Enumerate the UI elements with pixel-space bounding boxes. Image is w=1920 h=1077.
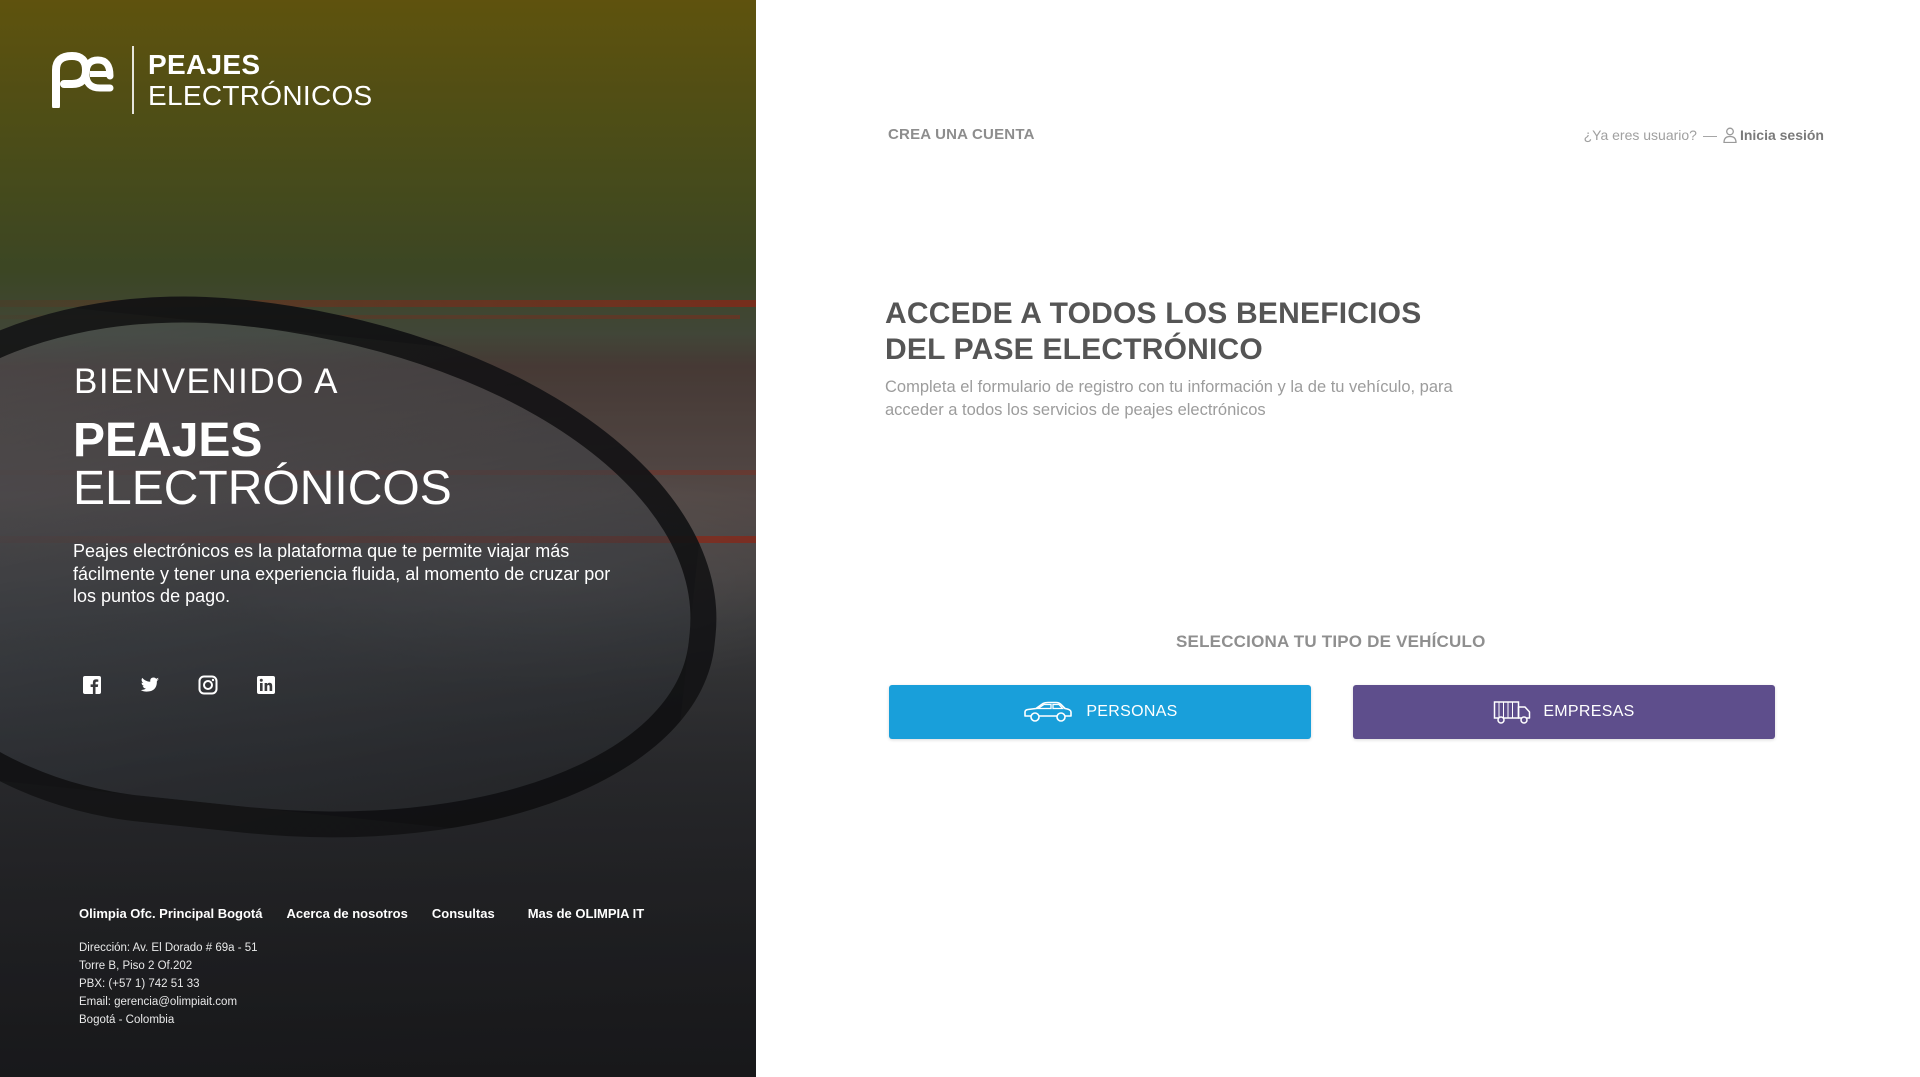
welcome-title-line2: ELECTRÓNICOS <box>73 462 452 515</box>
footer-link-acerca[interactable]: Acerca de nosotros <box>286 906 407 921</box>
login-link[interactable]: Inicia sesión <box>1740 127 1824 143</box>
dash-separator: — <box>1702 127 1717 143</box>
address-line: Dirección: Av. El Dorado # 69a - 51 <box>79 942 258 954</box>
brand-line1: PEAJES <box>148 49 261 80</box>
footer-link-mas-olimpia[interactable]: Mas de OLIMPIA IT <box>528 906 645 921</box>
already-user-text: ¿Ya eres usuario? <box>1583 127 1697 143</box>
vehicle-type-title: SELECCIONA TU TIPO DE VEHÍCULO <box>1176 632 1486 651</box>
empresas-button[interactable]: EMPRESAS <box>1353 685 1775 739</box>
user-icon <box>1723 127 1737 143</box>
footer-link-consultas[interactable]: Consultas <box>432 906 495 921</box>
brand-logo[interactable]: PEAJES ELECTRÓNICOS <box>52 46 373 114</box>
personas-label: PERSONAS <box>1086 703 1178 720</box>
address-line: Email: gerencia@olimpiait.com <box>79 996 238 1008</box>
personas-button[interactable]: PERSONAS <box>889 685 1311 739</box>
brand-line2: ELECTRÓNICOS <box>148 80 373 111</box>
address-line: Torre B, Piso 2 Of.202 <box>79 960 193 972</box>
create-account-title: CREA UNA CUENTA <box>888 126 1035 143</box>
pe-logo-icon <box>52 52 114 108</box>
brand-name: PEAJES ELECTRÓNICOS <box>148 49 373 111</box>
welcome-description: Peajes electrónicos es la plataforma que… <box>73 541 611 606</box>
twitter-icon[interactable] <box>140 675 160 695</box>
empresas-label: EMPRESAS <box>1543 703 1635 720</box>
linkedin-icon[interactable] <box>256 675 276 695</box>
hero-title: ACCEDE A TODOS LOS BENEFICIOS DEL PASE E… <box>885 296 1421 368</box>
social-links <box>82 675 276 695</box>
welcome-pretitle: BIENVENIDO A <box>74 362 340 401</box>
address-line: PBX: (+57 1) 742 51 33 <box>79 978 200 990</box>
car-icon <box>1024 701 1073 722</box>
logo-divider <box>132 46 134 114</box>
hero-title-line2: DEL PASE ELECTRÓNICO <box>885 333 1263 366</box>
hero-title-line1: ACCEDE A TODOS LOS BENEFICIOS <box>885 297 1422 330</box>
truck-icon <box>1494 701 1531 724</box>
hero-description: Completa el formulario de registro con t… <box>885 378 1453 419</box>
login-prompt: ¿Ya eres usuario? — Inicia sesión <box>1584 127 1824 143</box>
footer-links: Olimpia Ofc. Principal Bogotá Acerca de … <box>79 906 668 921</box>
hero-image-panel: PEAJES ELECTRÓNICOS BIENVENIDO A PEAJES … <box>0 0 756 1077</box>
welcome-title-line1: PEAJES <box>73 414 263 467</box>
address-line: Bogotá - Colombia <box>79 1014 175 1026</box>
instagram-icon[interactable] <box>198 675 218 695</box>
registration-panel <box>756 0 1920 1077</box>
footer-address: Dirección: Av. El Dorado # 69a - 51 Torr… <box>79 939 258 1029</box>
facebook-icon[interactable] <box>82 675 102 695</box>
footer-link-olimpia[interactable]: Olimpia Ofc. Principal Bogotá <box>79 906 262 921</box>
